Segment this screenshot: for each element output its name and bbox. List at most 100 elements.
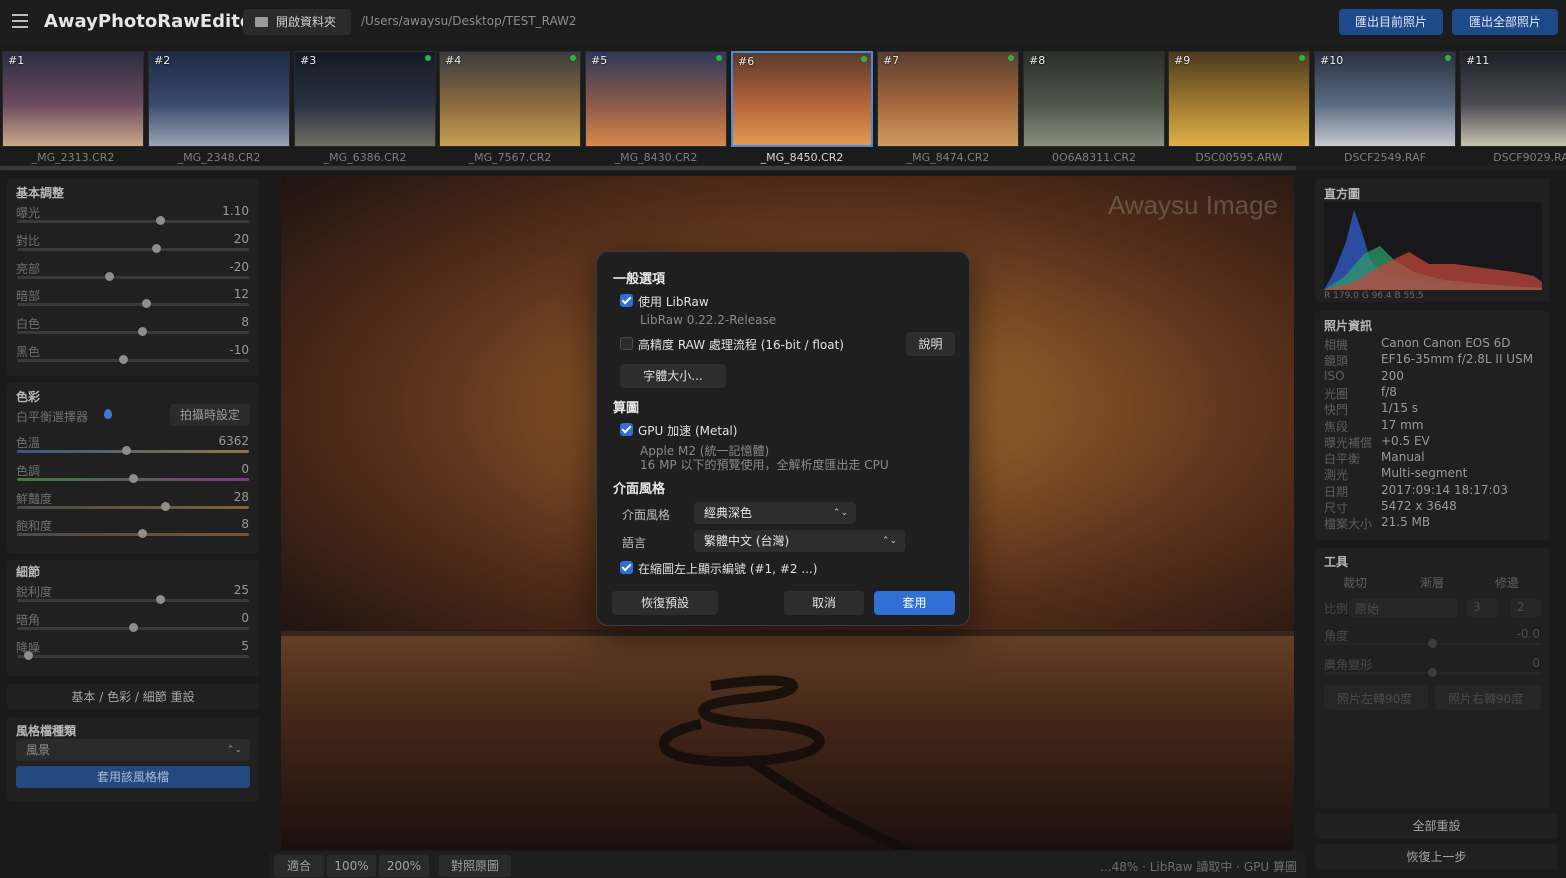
filmstrip-thumbnail[interactable]: #11: [1460, 51, 1566, 147]
cancel-button[interactable]: 取消: [784, 591, 864, 615]
ratio-label: 比例: [1324, 602, 1349, 616]
export-all-button[interactable]: 匯出全部照片: [1452, 9, 1558, 35]
slider-track[interactable]: [17, 303, 249, 307]
general-options-title: 一般選項: [613, 272, 666, 287]
slider-knob[interactable]: [119, 355, 129, 364]
info-key: 快門: [1324, 403, 1349, 418]
slider-track[interactable]: [17, 275, 249, 279]
filmstrip-thumbnail[interactable]: #8: [1023, 51, 1165, 147]
info-row: 焦段 17 mm: [1324, 418, 1544, 434]
filmstrip-thumbnail[interactable]: #9: [1168, 51, 1310, 147]
slider-knob[interactable]: [105, 271, 115, 281]
slider-knob[interactable]: [128, 473, 138, 483]
info-value: +0.5 EV: [1381, 433, 1430, 448]
slider-knob[interactable]: [137, 529, 147, 539]
high-precision-raw-checkbox[interactable]: [620, 337, 633, 350]
thumbnail-filename: _MG_8450.CR2: [760, 151, 844, 164]
help-button[interactable]: 說明: [906, 332, 955, 356]
show-thumb-number-checkbox[interactable]: [620, 561, 633, 574]
compare-original-button[interactable]: 對照原圖: [439, 855, 511, 877]
reset-all-button[interactable]: 全部重設: [1315, 813, 1558, 839]
zoom-fit-button[interactable]: 適合: [274, 855, 324, 877]
thumbnail-filename: _MG_2348.CR2: [177, 151, 261, 164]
histogram-chart: [1324, 202, 1542, 290]
ratio-width-stepper[interactable]: [1467, 599, 1499, 617]
thumbnail-filename: _MG_8474.CR2: [906, 151, 990, 164]
slider-label: 曝光: [16, 206, 41, 220]
zoom-200-button[interactable]: 200%: [379, 855, 429, 877]
slider-track[interactable]: [17, 220, 249, 223]
slider-track[interactable]: [17, 533, 249, 537]
slider-knob[interactable]: [156, 595, 166, 604]
slider-knob[interactable]: [121, 446, 131, 455]
eyedropper-icon[interactable]: [104, 409, 112, 419]
open-folder-button[interactable]: 開啟資料夾: [243, 9, 351, 35]
app-title: AwayPhotoRawEditor: [44, 11, 262, 32]
slider-row: 色調 0: [7, 462, 259, 490]
updown-chevron-icon: ⌃⌄: [832, 508, 848, 518]
filmstrip-thumbnail[interactable]: #6: [731, 51, 873, 147]
status-text: ...48% · LibRaw 讀取中 · GPU 算圖: [1100, 860, 1297, 874]
font-size-button[interactable]: 字體大小...: [620, 364, 726, 388]
filmstrip-thumbnail[interactable]: #10: [1314, 51, 1456, 147]
filmstrip-thumbnail[interactable]: #4: [439, 51, 581, 147]
as-shot-button[interactable]: 拍攝時設定: [170, 404, 250, 426]
slider-track[interactable]: [17, 359, 249, 362]
style-select-value: 風景: [26, 743, 51, 757]
tab-gradient[interactable]: 漸層: [1420, 574, 1444, 591]
slider-row: 暗角 0: [7, 611, 259, 639]
preferences-dialog: 一般選項 使用 LibRaw LibRaw 0.22.2-Release 高精度…: [596, 251, 970, 626]
slider-track[interactable]: [17, 247, 249, 251]
filmstrip-thumbnail[interactable]: #1: [2, 51, 144, 147]
apply-button[interactable]: 套用: [874, 591, 955, 615]
app-window: AwayPhotoRawEditor 開啟資料夾 /Users/awaysu/D…: [0, 0, 1566, 878]
apply-style-button[interactable]: 套用該風格檔: [16, 766, 250, 788]
filmstrip-scrollbar-thumb[interactable]: [0, 166, 1296, 170]
slider-knob[interactable]: [142, 299, 152, 309]
info-key: ISO: [1324, 368, 1345, 383]
slider-knob[interactable]: [128, 622, 138, 632]
slider-track[interactable]: [17, 331, 249, 335]
filmstrip-thumbnail[interactable]: #3: [294, 51, 436, 147]
slider-knob[interactable]: [151, 243, 161, 253]
language-select[interactable]: 繁體中文 (台灣) ⌃⌄: [694, 530, 905, 552]
angle-slider-knob[interactable]: [1428, 639, 1437, 648]
slider-track[interactable]: [17, 654, 249, 658]
slider-track[interactable]: [17, 450, 249, 453]
slider-track[interactable]: [17, 599, 249, 602]
filmstrip-thumbnail[interactable]: #5: [585, 51, 727, 147]
ui-style-select[interactable]: 經典深色 ⌃⌄: [694, 502, 856, 524]
restore-defaults-button[interactable]: 恢復預設: [612, 591, 718, 615]
slider-row: 色溫 6362: [7, 434, 259, 462]
filmstrip-thumbnail[interactable]: #7: [877, 51, 1019, 147]
ratio-height-stepper[interactable]: [1511, 599, 1541, 617]
ratio-height-value: 2: [1517, 600, 1525, 614]
detail-title: 細節: [16, 565, 41, 579]
thumbnail-filename: 0O6A8311.CR2: [1052, 151, 1136, 164]
slider-knob[interactable]: [156, 216, 166, 225]
slider-label: 黑色: [16, 345, 41, 359]
gpu-acceleration-checkbox[interactable]: [620, 423, 633, 436]
libraw-version: LibRaw 0.22.2-Release: [640, 313, 777, 327]
lens-distortion-label: 廣角變形: [1324, 658, 1373, 672]
slider-knob[interactable]: [24, 650, 34, 660]
thumbnail-number: #2: [154, 54, 171, 67]
slider-knob[interactable]: [160, 501, 170, 511]
lens-distortion-knob[interactable]: [1428, 668, 1437, 677]
zoom-100-button[interactable]: 100%: [327, 855, 376, 877]
slider-track[interactable]: [17, 505, 249, 509]
reset-basic-color-detail-button[interactable]: 基本 / 色彩 / 細節 重設: [7, 684, 259, 710]
style-select[interactable]: 風景 ⌃⌄: [16, 739, 250, 761]
use-libraw-checkbox[interactable]: [620, 294, 633, 307]
slider-row: 白色 8: [7, 315, 259, 343]
histogram-title: 直方圖: [1324, 187, 1361, 201]
slider-knob[interactable]: [137, 327, 147, 337]
filmstrip-thumbnail[interactable]: #2: [148, 51, 290, 147]
info-key: 鏡頭: [1324, 354, 1349, 369]
tab-retouch[interactable]: 修邊: [1495, 574, 1519, 591]
undo-button[interactable]: 恢復上一步: [1315, 844, 1558, 870]
status-dot-icon: [425, 55, 431, 61]
tab-crop[interactable]: 裁切: [1343, 574, 1367, 591]
hamburger-menu-icon[interactable]: [12, 14, 28, 28]
export-current-button[interactable]: 匯出目前照片: [1339, 9, 1443, 35]
